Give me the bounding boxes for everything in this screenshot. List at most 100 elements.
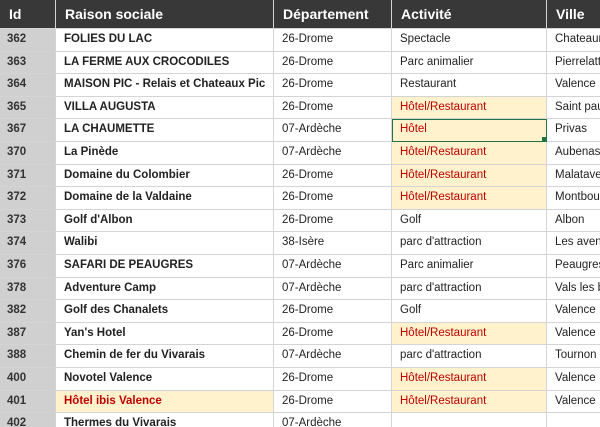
cell-departement[interactable]: 26-Drome [274, 300, 392, 323]
cell-ville[interactable]: Albon [547, 210, 600, 233]
cell-raison-sociale[interactable]: Adventure Camp [56, 277, 274, 301]
cell-departement[interactable]: 26-Drome [274, 209, 392, 233]
cell-ville[interactable]: Les aveni [547, 232, 600, 255]
spreadsheet: Id Raison sociale Département Activité V… [0, 0, 600, 427]
table-row: 387 Yan's Hotel 26-Drome Hôtel/Restauran… [0, 322, 600, 346]
cell-departement[interactable]: 07-Ardèche [274, 345, 392, 368]
cell-raison-sociale[interactable]: Yan's Hotel [56, 322, 274, 346]
row-id[interactable]: 372 [0, 187, 56, 210]
row-id[interactable]: 374 [0, 232, 56, 255]
cell-raison-sociale[interactable]: LA FERME AUX CROCODILES [56, 51, 274, 75]
cell-departement[interactable]: 26-Drome [274, 164, 392, 188]
cell-raison-sociale[interactable]: VILLA AUGUSTA [56, 96, 274, 120]
header-row: Id Raison sociale Département Activité V… [0, 0, 600, 29]
cell-ville[interactable]: Valence [547, 368, 600, 391]
cell-ville[interactable]: Montbou [547, 187, 600, 210]
cell-ville[interactable]: Tournon s [547, 345, 600, 368]
cell-raison-sociale[interactable]: Domaine de la Valdaine [56, 187, 274, 210]
row-id[interactable]: 376 [0, 254, 56, 278]
cell-activite[interactable]: Hôtel/Restaurant [392, 164, 547, 188]
row-id[interactable]: 388 [0, 345, 56, 368]
cell-ville[interactable]: Aubenas [547, 142, 600, 165]
cell-raison-sociale[interactable]: Hôtel ibis Valence [56, 390, 274, 414]
cell-departement[interactable]: 26-Drome [274, 29, 392, 52]
cell-departement[interactable]: 26-Drome [274, 390, 392, 414]
header-activite[interactable]: Activité [392, 0, 547, 29]
row-id[interactable]: 373 [0, 209, 56, 233]
cell-departement[interactable]: 26-Drome [274, 96, 392, 120]
cell-departement[interactable]: 07-Ardèche [274, 254, 392, 278]
cell-raison-sociale[interactable]: Chemin de fer du Vivarais [56, 345, 274, 368]
row-id[interactable]: 382 [0, 300, 56, 323]
row-id[interactable]: 402 [0, 413, 56, 427]
cell-ville[interactable]: Valence [547, 300, 600, 323]
cell-activite[interactable]: Hôtel/Restaurant [392, 141, 547, 165]
cell-ville[interactable]: Valence [547, 323, 600, 346]
row-id[interactable]: 400 [0, 367, 56, 391]
cell-activite[interactable]: Hôtel/Restaurant [392, 96, 547, 120]
cell-departement[interactable]: 26-Drome [274, 74, 392, 97]
cell-activite[interactable]: Hôtel/Restaurant [392, 367, 547, 391]
row-id[interactable]: 401 [0, 390, 56, 414]
cell-activite[interactable]: Hôtel/Restaurant [392, 187, 547, 210]
cell-raison-sociale[interactable]: SAFARI DE PEAUGRES [56, 254, 274, 278]
row-id[interactable]: 378 [0, 277, 56, 301]
cell-ville[interactable]: Chateaun [547, 29, 600, 52]
cell-raison-sociale[interactable]: Golf d'Albon [56, 209, 274, 233]
cell-activite[interactable] [392, 413, 547, 427]
header-departement[interactable]: Département [274, 0, 392, 29]
cell-activite[interactable]: Restaurant [392, 74, 547, 97]
row-id[interactable]: 362 [0, 29, 56, 52]
cell-raison-sociale[interactable]: Novotel Valence [56, 367, 274, 391]
cell-ville[interactable] [547, 413, 600, 427]
cell-activite-selected[interactable]: Hôtel [392, 119, 547, 142]
cell-ville[interactable]: Vals les b [547, 278, 600, 301]
cell-ville[interactable]: Privas [547, 119, 600, 142]
header-ville[interactable]: Ville [547, 0, 600, 29]
cell-activite[interactable]: Hôtel/Restaurant [392, 390, 547, 414]
cell-ville[interactable]: Valence [547, 74, 600, 97]
cell-raison-sociale[interactable]: Thermes du Vivarais [56, 413, 274, 427]
row-id[interactable]: 371 [0, 164, 56, 188]
cell-raison-sociale[interactable]: Golf des Chanalets [56, 300, 274, 323]
cell-ville[interactable]: Malataver [547, 165, 600, 188]
header-raison-sociale[interactable]: Raison sociale [56, 0, 274, 29]
cell-activite[interactable]: Spectacle [392, 29, 547, 52]
row-id[interactable]: 364 [0, 74, 56, 97]
cell-raison-sociale[interactable]: La Pinède [56, 141, 274, 165]
cell-activite[interactable]: parc d'attraction [392, 232, 547, 255]
cell-activite[interactable]: Parc animalier [392, 51, 547, 75]
cell-departement[interactable]: 26-Drome [274, 187, 392, 210]
cell-activite[interactable]: parc d'attraction [392, 345, 547, 368]
cell-departement[interactable]: 26-Drome [274, 51, 392, 75]
cell-activite[interactable]: Golf [392, 209, 547, 233]
cell-ville[interactable]: Pierrelatt [547, 52, 600, 75]
row-id[interactable]: 387 [0, 322, 56, 346]
cell-activite[interactable]: parc d'attraction [392, 277, 547, 301]
table-row: 371 Domaine du Colombier 26-Drome Hôtel/… [0, 164, 600, 188]
cell-departement[interactable]: 07-Ardèche [274, 277, 392, 301]
cell-raison-sociale[interactable]: MAISON PIC - Relais et Chateaux Pic [56, 74, 274, 97]
row-id[interactable]: 363 [0, 51, 56, 75]
cell-departement[interactable]: 26-Drome [274, 322, 392, 346]
cell-departement[interactable]: 07-Ardèche [274, 141, 392, 165]
cell-activite[interactable]: Golf [392, 300, 547, 323]
cell-raison-sociale[interactable]: LA CHAUMETTE [56, 119, 274, 142]
cell-ville[interactable]: Saint paul [547, 97, 600, 120]
row-id[interactable]: 365 [0, 96, 56, 120]
cell-raison-sociale[interactable]: Domaine du Colombier [56, 164, 274, 188]
row-id[interactable]: 370 [0, 141, 56, 165]
cell-ville[interactable]: Peaugres [547, 255, 600, 278]
row-id[interactable]: 367 [0, 119, 56, 142]
cell-departement[interactable]: 38-Isère [274, 232, 392, 255]
table-row: 365 VILLA AUGUSTA 26-Drome Hôtel/Restaur… [0, 96, 600, 120]
header-id[interactable]: Id [0, 0, 56, 29]
cell-departement[interactable]: 07-Ardèche [274, 119, 392, 142]
cell-ville[interactable]: Valence [547, 391, 600, 414]
cell-activite[interactable]: Hôtel/Restaurant [392, 322, 547, 346]
cell-activite[interactable]: Parc animalier [392, 254, 547, 278]
cell-departement[interactable]: 26-Drome [274, 367, 392, 391]
cell-raison-sociale[interactable]: Walibi [56, 232, 274, 255]
cell-departement[interactable]: 07-Ardèche [274, 413, 392, 427]
cell-raison-sociale[interactable]: FOLIES DU LAC [56, 29, 274, 52]
